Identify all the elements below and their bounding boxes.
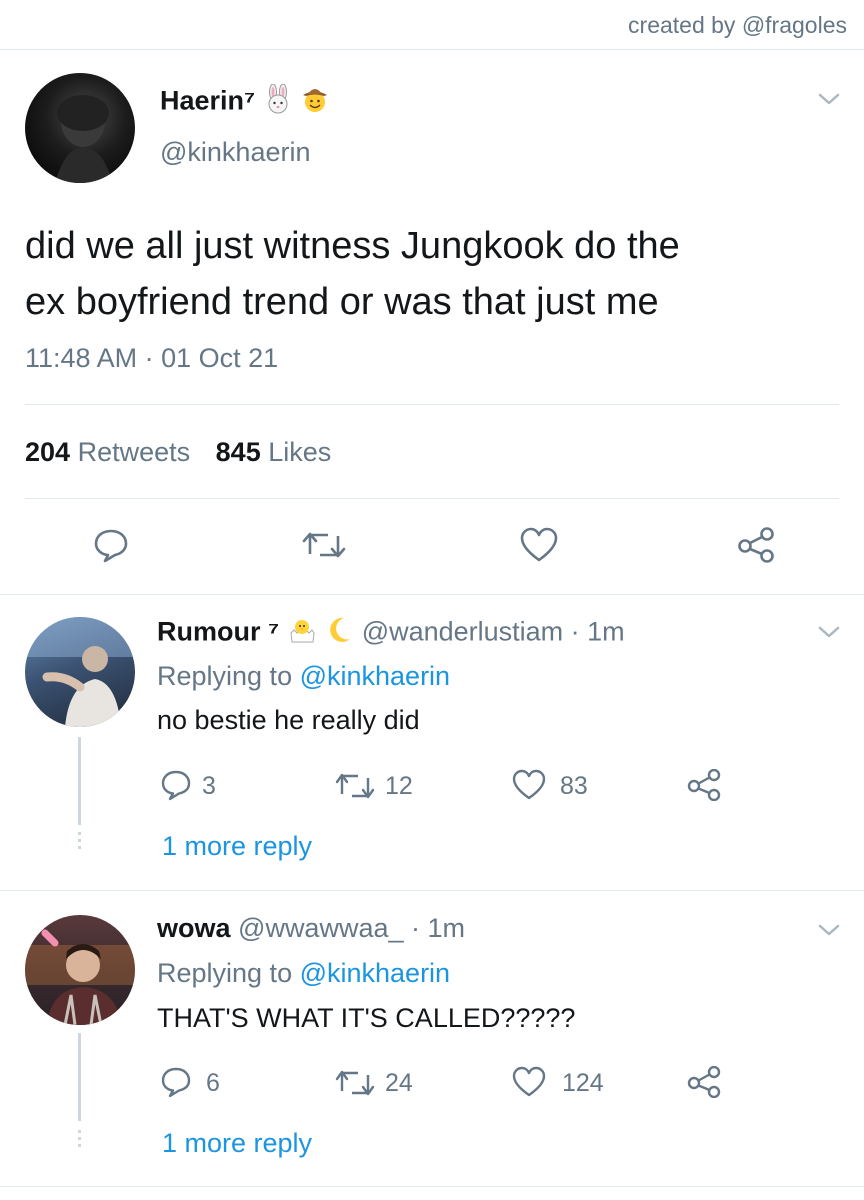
like-icon[interactable] xyxy=(512,1066,546,1098)
moon-emoji-icon xyxy=(324,615,354,652)
cowboy-emoji-icon xyxy=(300,84,330,121)
retweet-icon[interactable] xyxy=(301,530,347,560)
section-divider xyxy=(0,890,864,891)
replying-handle-link[interactable]: @kinkhaerin xyxy=(300,661,450,691)
top-divider xyxy=(0,49,864,50)
divider xyxy=(25,404,839,405)
section-divider xyxy=(0,1186,864,1187)
reply-text: no bestie he really did xyxy=(157,705,420,735)
reply-display-name[interactable]: Rumour ⁷ xyxy=(157,617,279,647)
like-icon[interactable] xyxy=(520,527,558,563)
retweets-count: 204 xyxy=(25,437,71,467)
reply-text: THAT'S WHAT IT'S CALLED????? xyxy=(157,1003,576,1033)
more-replies-link[interactable]: 1 more reply xyxy=(162,1128,312,1159)
reply-line xyxy=(78,737,81,825)
replying-handle-link[interactable]: @kinkhaerin xyxy=(300,958,450,988)
reply-avatar[interactable] xyxy=(25,617,135,727)
reply-icon[interactable] xyxy=(160,769,192,801)
chevron-down-icon[interactable] xyxy=(818,923,840,937)
reply-line xyxy=(78,1033,81,1121)
reply-icon[interactable] xyxy=(160,1066,192,1098)
reply-thread-dots xyxy=(78,832,81,849)
engagement-stats: 204 Retweets 845 Likes xyxy=(25,437,331,468)
retweets-label: Retweets xyxy=(77,437,191,467)
tweet-text-line: ex boyfriend trend or was that just me xyxy=(25,281,659,323)
main-handle[interactable]: @kinkhaerin xyxy=(160,137,310,168)
retweet-count: 24 xyxy=(385,1069,413,1097)
bunny-emoji-icon xyxy=(263,83,293,121)
replying-to: Replying to @kinkhaerin xyxy=(157,958,450,989)
reply-header: Rumour ⁷ @wanderlustiam · 1m xyxy=(157,615,625,652)
replying-prefix: Replying to xyxy=(157,661,300,691)
chevron-down-icon[interactable] xyxy=(818,92,840,106)
display-name: Haerin⁷ xyxy=(160,85,256,116)
tweet-text: did we all just witness Jungkook do the … xyxy=(25,218,680,330)
reply-handle-time[interactable]: @wanderlustiam · 1m xyxy=(362,617,625,647)
replying-to: Replying to @kinkhaerin xyxy=(157,661,450,692)
share-icon[interactable] xyxy=(686,1066,722,1098)
likes-stat[interactable]: 845 Likes xyxy=(216,437,332,467)
reply-count: 3 xyxy=(202,772,216,800)
retweets-stat[interactable]: 204 Retweets xyxy=(25,437,198,467)
tweet-text-line: did we all just witness Jungkook do the xyxy=(25,225,680,267)
replying-prefix: Replying to xyxy=(157,958,300,988)
reply-avatar[interactable] xyxy=(25,915,135,1025)
chick-emoji-icon xyxy=(287,615,317,652)
likes-label: Likes xyxy=(268,437,332,467)
retweet-icon[interactable] xyxy=(334,1069,376,1097)
reply-icon[interactable] xyxy=(93,527,129,563)
timestamp[interactable]: 11:48 AM · 01 Oct 21 xyxy=(25,343,278,374)
reply-count: 6 xyxy=(206,1069,220,1097)
share-icon[interactable] xyxy=(736,527,776,563)
reply-header: wowa @wwawwaa_ · 1m xyxy=(157,913,465,944)
watermark: created by @fragoles xyxy=(628,12,847,38)
retweet-icon[interactable] xyxy=(334,772,376,800)
reply-handle-time[interactable]: @wwawwaa_ · 1m xyxy=(238,913,465,943)
chevron-down-icon[interactable] xyxy=(818,625,840,639)
reply-display-name[interactable]: wowa xyxy=(157,913,231,943)
avatar[interactable] xyxy=(25,73,135,183)
reply-thread-dots xyxy=(78,1130,81,1147)
like-count: 124 xyxy=(562,1069,604,1097)
section-divider xyxy=(0,594,864,595)
more-replies-link[interactable]: 1 more reply xyxy=(162,831,312,862)
like-count: 83 xyxy=(560,772,588,800)
likes-count: 845 xyxy=(215,437,261,467)
main-author[interactable]: Haerin⁷ xyxy=(160,83,330,121)
share-icon[interactable] xyxy=(686,769,722,801)
divider xyxy=(25,498,839,499)
like-icon[interactable] xyxy=(512,769,546,801)
retweet-count: 12 xyxy=(385,772,413,800)
